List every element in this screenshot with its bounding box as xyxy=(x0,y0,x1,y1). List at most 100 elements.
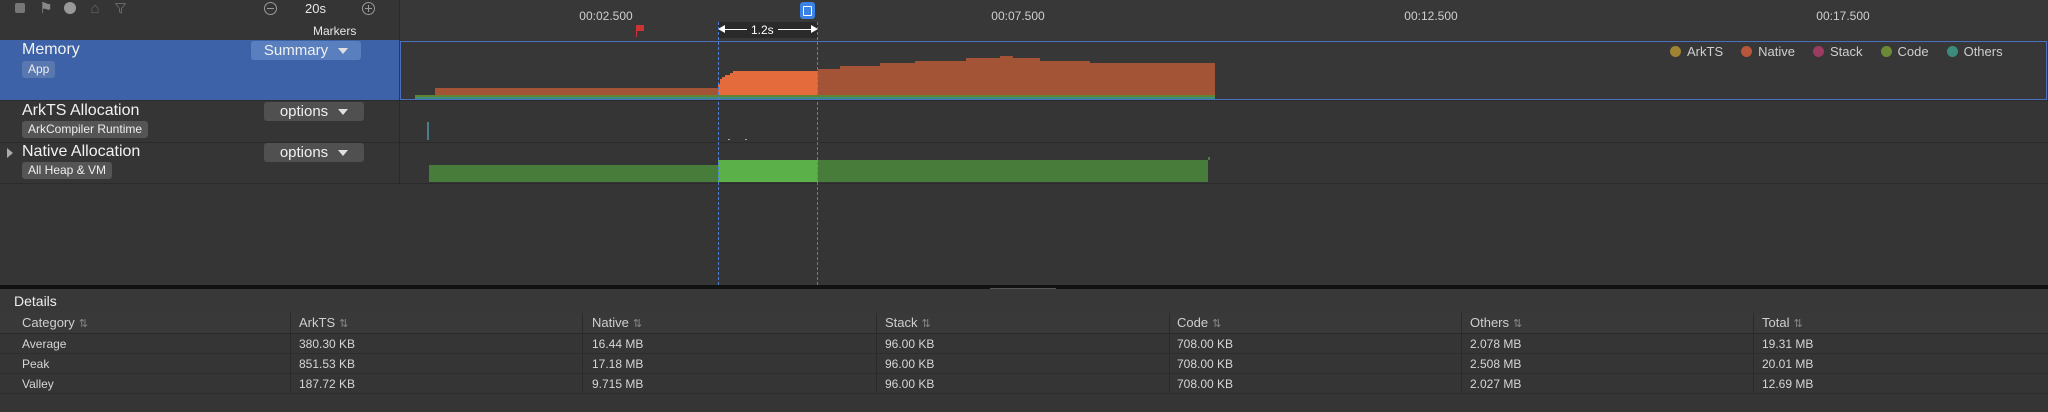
home-icon[interactable]: ⌂ xyxy=(85,0,105,18)
column-header-arkts[interactable]: ArkTS ⇅ xyxy=(299,315,348,330)
arkts-options-label: options xyxy=(279,103,329,120)
arkts-options-dropdown[interactable]: options xyxy=(264,102,364,121)
table-cell: 708.00 KB xyxy=(1177,337,1234,351)
table-cell: Average xyxy=(22,337,67,351)
column-header-label: Native xyxy=(592,315,629,330)
column-header-category[interactable]: Category ⇅ xyxy=(22,315,88,330)
zoom-out-icon[interactable] xyxy=(260,0,280,18)
table-cell: Valley xyxy=(22,377,54,391)
column-header-label: Code xyxy=(1177,315,1209,330)
arkts-allocation-spike xyxy=(427,122,429,140)
table-cell: 851.53 KB xyxy=(299,357,356,371)
memory-code-series xyxy=(415,95,1215,97)
selection-range[interactable]: 1.2s xyxy=(718,22,818,38)
arkts-allocation-dot xyxy=(745,139,747,140)
legend-label: Stack xyxy=(1829,44,1863,59)
memory-selection-series xyxy=(718,71,818,99)
flag-icon[interactable]: ⚑ xyxy=(36,0,56,18)
memory-legend: ArkTS Native Stack Code Others xyxy=(1670,44,2003,59)
sort-icon: ⇅ xyxy=(78,318,88,330)
table-cell: 96.00 KB xyxy=(885,377,935,391)
memory-lane-tag: App xyxy=(22,61,56,78)
arkts-allocation-tag: ArkCompiler Runtime xyxy=(22,121,149,138)
column-header-label: Category xyxy=(22,315,75,330)
legend-dot xyxy=(1946,46,1958,57)
table-cell: 2.078 MB xyxy=(1470,337,1522,351)
sort-icon: ⇅ xyxy=(1212,318,1222,330)
column-header-label: Total xyxy=(1762,315,1790,330)
timeline-ruler[interactable]: 00:02.500 00:07.500 00:12.500 00:17.500 xyxy=(400,0,2048,40)
markers-label: Markers xyxy=(313,24,357,38)
sort-icon: ⇅ xyxy=(632,318,643,330)
globe-icon[interactable] xyxy=(60,0,80,18)
native-allocation-chart[interactable] xyxy=(400,142,2046,183)
arkts-allocation-title: ArkTS Allocation xyxy=(22,102,140,119)
table-cell: 19.31 MB xyxy=(1762,337,1814,351)
table-cell: 2.027 MB xyxy=(1470,377,1522,391)
chevron-down-icon xyxy=(338,47,349,54)
marker-flag-icon[interactable] xyxy=(636,25,646,37)
column-header-stack[interactable]: Stack ⇅ xyxy=(885,315,931,330)
native-allocation-series xyxy=(429,156,1210,182)
table-cell: 96.00 KB xyxy=(885,357,935,371)
legend-dot xyxy=(1741,46,1753,57)
selection-start-line xyxy=(718,22,719,285)
memory-view-dropdown-label: Summary xyxy=(263,42,329,59)
column-header-label: ArkTS xyxy=(299,315,336,330)
ruler-tick: 00:12.500 xyxy=(1404,9,1458,23)
table-cell: 9.715 MB xyxy=(592,377,644,391)
chevron-down-icon xyxy=(338,149,349,156)
native-allocation-title: Native Allocation xyxy=(22,143,141,160)
table-cell: 17.18 MB xyxy=(592,357,644,371)
ruler-tick: 00:17.500 xyxy=(1816,9,1870,23)
memory-view-dropdown[interactable]: Summary xyxy=(251,41,361,60)
expand-arrow-icon[interactable] xyxy=(7,148,13,158)
native-options-dropdown[interactable]: options xyxy=(264,143,364,162)
selection-handle-icon[interactable] xyxy=(800,2,815,19)
native-allocation-selection xyxy=(718,160,818,182)
table-cell: 20.01 MB xyxy=(1762,357,1814,371)
details-header xyxy=(0,289,2048,314)
details-title: Details xyxy=(14,293,57,309)
arkts-allocation-dot xyxy=(728,139,730,140)
legend-label: Code xyxy=(1897,44,1929,59)
table-cell: 708.00 KB xyxy=(1177,377,1234,391)
filter-icon[interactable] xyxy=(110,0,130,18)
column-header-label: Others xyxy=(1470,315,1510,330)
selection-duration-label: 1.2s xyxy=(747,22,778,38)
sort-icon: ⇅ xyxy=(1513,318,1523,330)
stop-icon[interactable] xyxy=(10,0,30,18)
legend-dot xyxy=(1670,46,1681,57)
table-cell: 2.508 MB xyxy=(1470,357,1522,371)
sort-icon: ⇅ xyxy=(1793,318,1803,330)
legend-dot xyxy=(1812,46,1824,57)
table-cell: 708.00 KB xyxy=(1177,357,1234,371)
ruler-tick: 00:07.500 xyxy=(991,9,1045,23)
legend-label: Native xyxy=(1758,44,1795,59)
native-options-label: options xyxy=(279,144,329,161)
arkts-allocation-chart[interactable] xyxy=(400,100,2046,142)
sort-icon: ⇅ xyxy=(921,318,931,330)
legend-label: Others xyxy=(1963,44,2003,59)
table-cell: 12.69 MB xyxy=(1762,377,1814,391)
legend-label: ArkTS xyxy=(1687,44,1724,59)
sort-icon: ⇅ xyxy=(339,318,349,330)
duration-value: 20s xyxy=(305,1,326,16)
ruler-tick: 00:02.500 xyxy=(579,9,633,23)
table-cell: 380.30 KB xyxy=(299,337,356,351)
column-header-native[interactable]: Native ⇅ xyxy=(592,315,642,330)
zoom-in-icon[interactable] xyxy=(358,0,378,18)
column-header-others[interactable]: Others ⇅ xyxy=(1470,315,1522,330)
memory-lane-title: Memory xyxy=(22,41,80,58)
empty-lanes-area xyxy=(0,184,2048,285)
column-header-label: Stack xyxy=(885,315,918,330)
table-cell: 96.00 KB xyxy=(885,337,935,351)
selection-end-line xyxy=(817,22,818,285)
table-cell: Peak xyxy=(22,357,50,371)
legend-dot xyxy=(1880,46,1892,57)
chevron-down-icon xyxy=(338,108,349,115)
column-header-total[interactable]: Total ⇅ xyxy=(1762,315,1803,330)
table-cell: 187.72 KB xyxy=(299,377,356,391)
column-header-code[interactable]: Code ⇅ xyxy=(1177,315,1221,330)
native-allocation-tag: All Heap & VM xyxy=(22,162,113,179)
